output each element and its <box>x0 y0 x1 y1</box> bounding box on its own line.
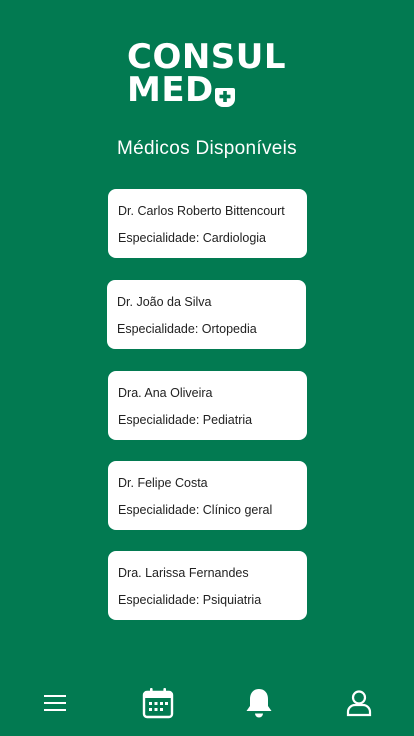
doctor-card[interactable]: Dr. João da Silva Especialidade: Ortoped… <box>107 280 306 349</box>
doctor-list: Dr. Carlos Roberto Bittencourt Especiali… <box>0 0 414 680</box>
doctor-card[interactable]: Dra. Larissa Fernandes Especialidade: Ps… <box>108 551 307 620</box>
doctor-specialty: Especialidade: Cardiologia <box>118 231 267 245</box>
bell-icon <box>244 687 274 724</box>
doctor-specialty: Especialidade: Ortopedia <box>117 322 257 336</box>
doctor-specialty: Especialidade: Clínico geral <box>118 503 273 517</box>
user-icon <box>345 689 373 722</box>
nav-calendar-button[interactable] <box>133 680 183 730</box>
doctor-card[interactable]: Dr. Felipe Costa Especialidade: Clínico … <box>108 461 307 530</box>
calendar-icon <box>142 687 174 724</box>
doctor-name: Dra. Larissa Fernandes <box>118 566 249 580</box>
doctor-card[interactable]: Dr. Carlos Roberto Bittencourt Especiali… <box>108 189 307 258</box>
doctor-name: Dr. Felipe Costa <box>118 476 208 490</box>
doctor-specialty: Especialidade: Pediatria <box>118 413 253 427</box>
nav-menu-button[interactable] <box>30 680 80 730</box>
nav-profile-button[interactable] <box>334 680 384 730</box>
doctor-name: Dr. João da Silva <box>117 295 212 309</box>
doctor-name: Dra. Ana Oliveira <box>118 386 213 400</box>
doctor-name: Dr. Carlos Roberto Bittencourt <box>118 204 285 218</box>
menu-icon <box>43 693 67 718</box>
nav-notifications-button[interactable] <box>234 680 284 730</box>
doctor-specialty: Especialidade: Psiquiatria <box>118 593 262 607</box>
doctor-card[interactable]: Dra. Ana Oliveira Especialidade: Pediatr… <box>108 371 307 440</box>
bottom-nav <box>0 680 414 736</box>
